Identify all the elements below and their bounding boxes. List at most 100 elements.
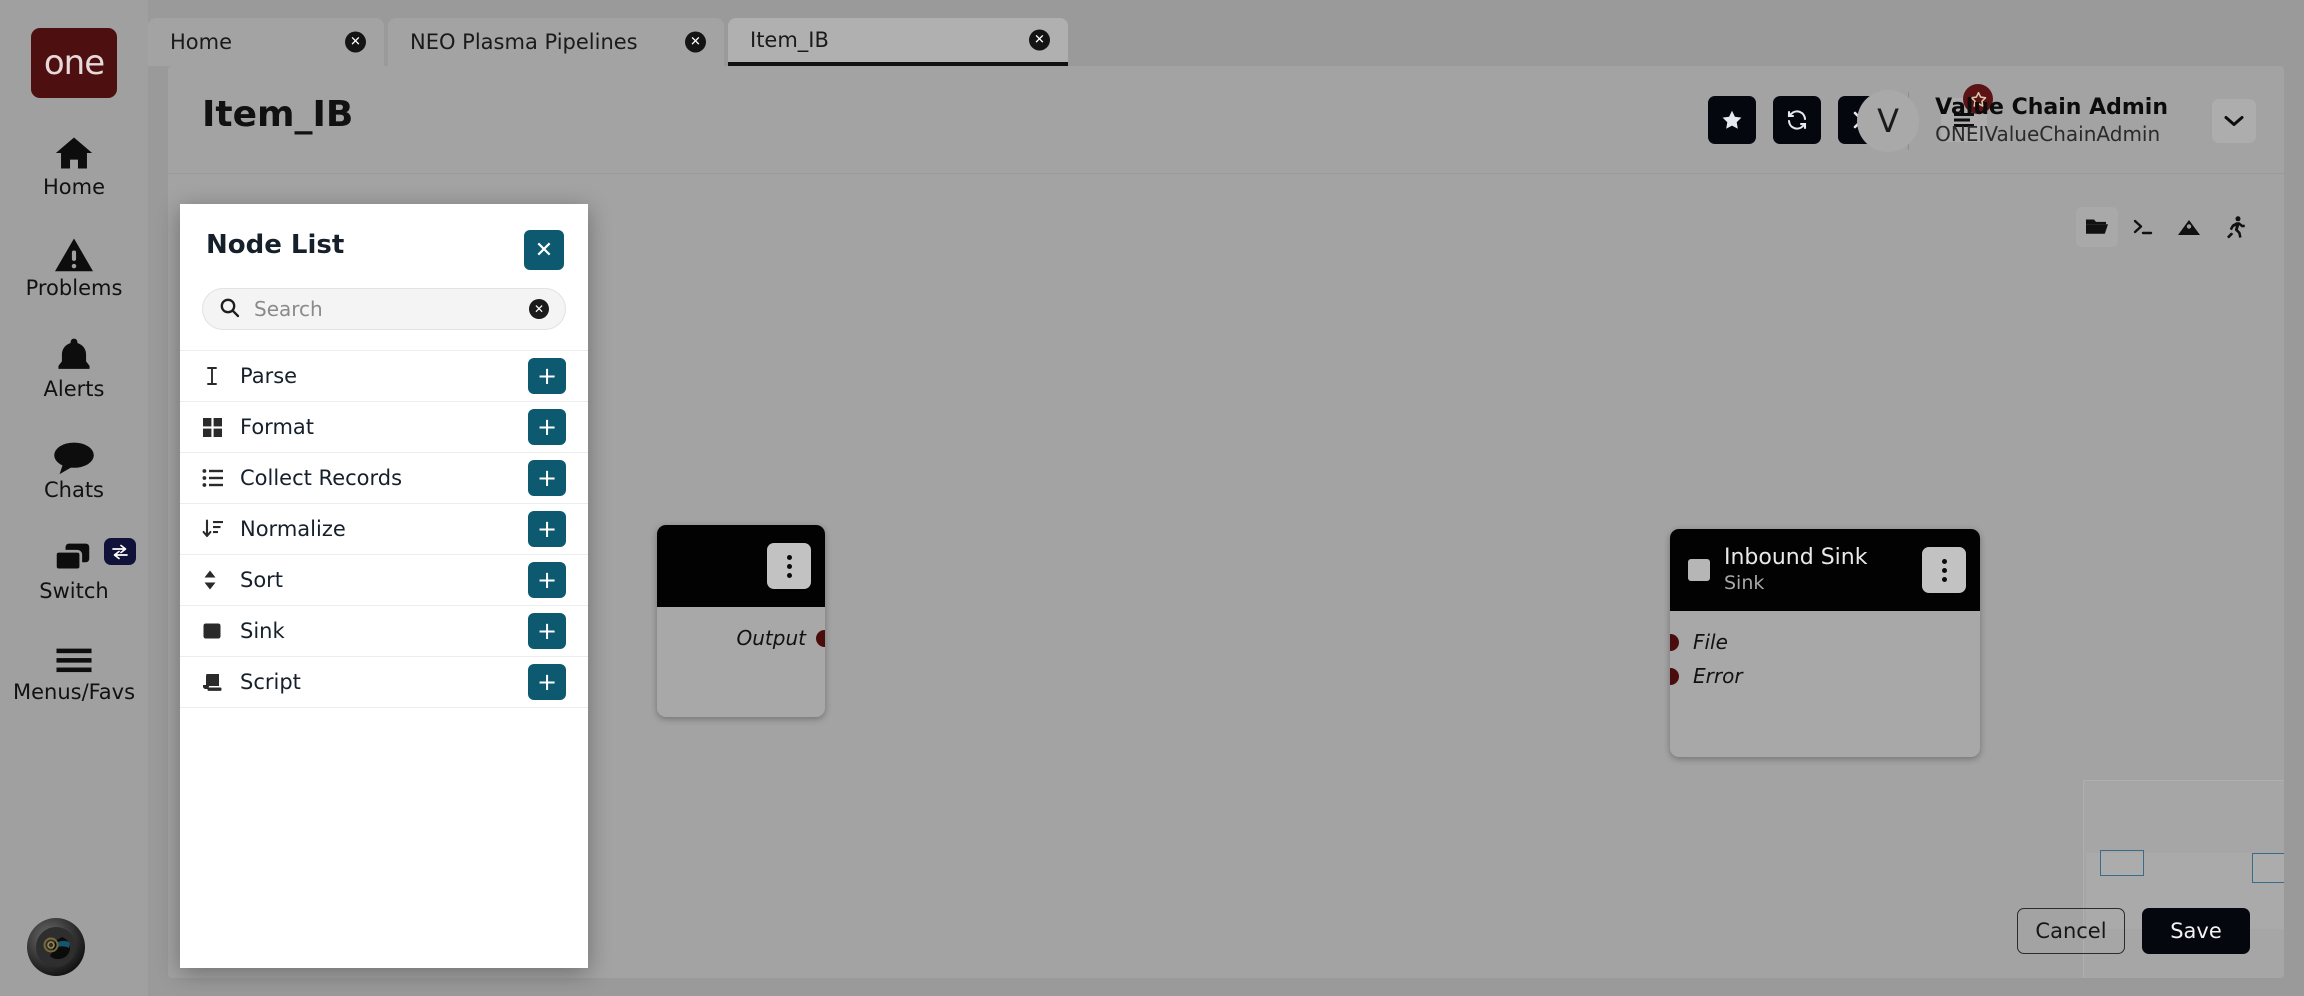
node-list-close-button[interactable]: ✕ — [524, 230, 564, 270]
node-list-empty-space — [180, 707, 588, 708]
refresh-button[interactable] — [1773, 96, 1821, 144]
node-list-item-script-label: Script — [240, 670, 301, 694]
node-list-item-sort[interactable]: Sort + — [180, 554, 588, 605]
rail-item-chats[interactable]: Chats — [0, 431, 148, 502]
partial-node[interactable]: Output — [657, 525, 825, 717]
chat-bubble-icon — [52, 431, 96, 475]
search-input[interactable] — [254, 297, 529, 321]
port-dot[interactable] — [1670, 633, 1679, 651]
node-list-item-parse[interactable]: Parse + — [180, 350, 588, 401]
inbound-sink-port-error-label: Error — [1693, 664, 1743, 688]
cancel-button[interactable]: Cancel — [2017, 908, 2125, 954]
inbound-sink-subtitle: Sink — [1724, 571, 1765, 594]
node-list-add-normalize-button[interactable]: + — [528, 511, 566, 547]
minimap-node — [2100, 850, 2144, 876]
partial-node-port-output-label: Output — [736, 626, 806, 650]
node-list-item-collect-records[interactable]: Collect Records + — [180, 452, 588, 503]
user-profile[interactable]: V Value Chain Admin ONEIValueChainAdmin — [1857, 90, 2256, 152]
rail-item-home-label: Home — [42, 175, 105, 199]
inbound-sink-port-error[interactable]: Error — [1670, 659, 1980, 693]
tab-home-close-icon[interactable]: ✕ — [345, 31, 366, 53]
node-list-header: Node List ✕ — [180, 204, 588, 270]
windows-stack-icon — [52, 532, 96, 576]
node-list-items: Parse + Format + Collect Records + Norma… — [180, 350, 588, 968]
inbound-sink-ports: File Error — [1670, 611, 1980, 709]
node-list-item-script[interactable]: Script + — [180, 656, 588, 707]
footer-actions: Cancel Save — [2017, 908, 2250, 954]
user-login-name: ONEIValueChainAdmin — [1935, 122, 2161, 147]
tab-item-ib[interactable]: Item_IB ✕ — [728, 18, 1068, 66]
application-window: one Home Problems Alerts Chats Switch Me… — [0, 0, 2304, 996]
node-list-panel: Node List ✕ ✕ Parse + — [180, 204, 588, 968]
rail-item-alerts-label: Alerts — [43, 377, 105, 402]
node-list-title: Node List — [206, 230, 345, 260]
clear-search-icon[interactable]: ✕ — [529, 299, 549, 319]
node-list-add-sink-button[interactable]: + — [528, 613, 566, 649]
square-filled-icon — [202, 621, 236, 641]
node-list-item-normalize[interactable]: Normalize + — [180, 503, 588, 554]
user-display-name: Value Chain Admin — [1935, 95, 2168, 121]
canvas-toolbar — [2076, 207, 2256, 247]
port-dot[interactable] — [816, 629, 825, 647]
inbound-sink-node[interactable]: Inbound Sink Sink File Error — [1670, 529, 1980, 757]
grid-2x2-icon — [202, 417, 236, 438]
node-list-item-sink[interactable]: Sink + — [180, 605, 588, 656]
home-icon — [52, 128, 96, 172]
avatar: V — [1857, 90, 1920, 152]
inbound-sink-header: Inbound Sink Sink — [1670, 529, 1980, 611]
node-list-add-sort-button[interactable]: + — [528, 562, 566, 598]
minimap-node — [2252, 853, 2284, 883]
partial-node-port-output[interactable]: Output — [657, 621, 825, 655]
mountain-image-icon[interactable] — [2168, 207, 2210, 247]
assistant-avatar-icon[interactable] — [27, 918, 85, 976]
tab-item-ib-close-icon[interactable]: ✕ — [1029, 29, 1050, 51]
warning-triangle-icon — [52, 229, 96, 273]
rail-item-chats-label: Chats — [43, 478, 105, 503]
rail-item-menus-favs-label: Menus/Favs — [12, 680, 136, 705]
partial-node-kebab-menu-icon[interactable] — [767, 543, 811, 589]
node-list-add-collect-records-button[interactable]: + — [528, 460, 566, 496]
inbound-sink-kebab-menu-icon[interactable] — [1922, 547, 1966, 593]
search-icon — [219, 297, 240, 322]
partial-node-header — [657, 525, 825, 607]
folder-open-icon[interactable] — [2076, 207, 2118, 247]
page-header: Item_IB V Value Chain Admin ONEIValueCha… — [168, 66, 2284, 174]
node-list-add-format-button[interactable]: + — [528, 409, 566, 445]
port-dot[interactable] — [1670, 667, 1679, 685]
node-list-item-collect-records-label: Collect Records — [240, 466, 403, 490]
rail-item-switch[interactable]: Switch — [0, 532, 148, 603]
text-cursor-icon — [202, 365, 236, 387]
page-title: Item_IB — [202, 94, 354, 135]
node-list-item-format-label: Format — [240, 415, 315, 439]
favorite-button[interactable] — [1708, 96, 1756, 144]
chevron-down-icon[interactable] — [2212, 99, 2256, 143]
inbound-sink-port-file[interactable]: File — [1670, 625, 1980, 659]
node-list-item-parse-label: Parse — [240, 364, 298, 388]
running-person-icon[interactable] — [2214, 207, 2256, 247]
node-list-search-wrap: ✕ — [180, 270, 588, 330]
rail-item-problems[interactable]: Problems — [0, 229, 148, 300]
partial-node-ports: Output — [657, 607, 825, 671]
node-list-add-parse-button[interactable]: + — [528, 358, 566, 394]
tab-neo-plasma-pipelines[interactable]: NEO Plasma Pipelines ✕ — [388, 18, 724, 66]
tab-item-ib-label: Item_IB — [750, 28, 829, 52]
user-names: Value Chain Admin ONEIValueChainAdmin — [1935, 95, 2168, 146]
terminal-icon[interactable] — [2122, 207, 2164, 247]
app-logo[interactable]: one — [31, 28, 117, 98]
node-list-add-script-button[interactable]: + — [528, 664, 566, 700]
save-button[interactable]: Save — [2142, 908, 2250, 954]
rail-item-menus-favs[interactable]: Menus/Favs — [0, 633, 148, 704]
sort-descending-icon — [202, 518, 236, 540]
rail-item-alerts[interactable]: Alerts — [0, 330, 148, 401]
rail-item-problems-label: Problems — [25, 276, 123, 301]
swap-arrows-icon[interactable] — [104, 538, 136, 566]
node-list-item-format[interactable]: Format + — [180, 401, 588, 452]
tab-home[interactable]: Home ✕ — [148, 18, 384, 66]
node-list-item-sort-label: Sort — [240, 568, 284, 592]
rail-item-home[interactable]: Home — [0, 128, 148, 199]
node-list-item-sink-label: Sink — [240, 619, 285, 643]
rail-item-switch-label: Switch — [39, 579, 109, 604]
node-list-search[interactable]: ✕ — [202, 288, 566, 330]
tab-neo-plasma-pipelines-close-icon[interactable]: ✕ — [685, 31, 706, 53]
node-list-item-normalize-label: Normalize — [240, 517, 346, 541]
